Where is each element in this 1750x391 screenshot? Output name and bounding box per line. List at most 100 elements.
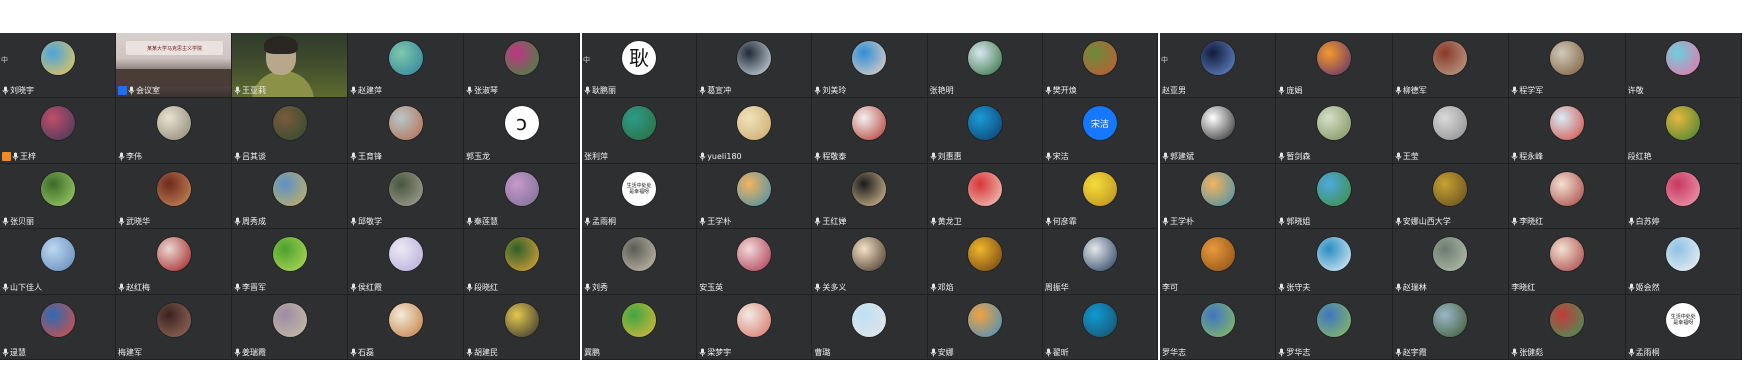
participant-tile[interactable]: 李晓红 <box>1509 229 1626 295</box>
participant-tile[interactable]: 姬会然 <box>1625 229 1742 295</box>
participant-tile[interactable]: 秦莲慧 <box>464 163 580 230</box>
participant-tile[interactable]: 赵瑞林 <box>1392 229 1510 295</box>
participant-tile[interactable]: 程敬泰 <box>812 98 928 164</box>
participant-name-label: 逯慧 <box>2 347 26 358</box>
participant-tile[interactable]: 白苏婷 <box>1625 163 1742 230</box>
participant-tile[interactable]: 王莹 <box>1392 98 1510 164</box>
participant-tile[interactable]: 黄龙卫 <box>927 163 1043 230</box>
participant-tile[interactable]: 罗华志 <box>1160 294 1277 360</box>
participant-tile[interactable]: 冀鹏 <box>582 294 698 360</box>
microphone-icon <box>584 217 591 226</box>
participant-tile[interactable]: 侯红霞 <box>348 229 464 295</box>
participant-tile[interactable]: 某某大学马克思主义学院 会议室 <box>116 33 232 99</box>
participant-tile[interactable]: 段红艳 <box>1625 98 1742 164</box>
participant-tile[interactable]: 山下佳人 <box>0 229 116 295</box>
participant-tile[interactable]: 许敬 <box>1625 33 1742 99</box>
participant-tile[interactable]: 姜瑞霞 <box>232 294 348 360</box>
avatar <box>1666 106 1701 141</box>
participant-tile[interactable]: 武晓华 <box>116 163 232 230</box>
participant-tile[interactable]: 暂剑森 <box>1276 98 1393 164</box>
microphone-icon <box>2 283 9 292</box>
participant-tile[interactable]: 关多义 <box>812 229 928 295</box>
participant-tile[interactable]: 生活中处处 是幸福呀 孟雨桐 <box>582 163 698 230</box>
participant-name: 王莹 <box>1402 151 1419 161</box>
participant-tile[interactable]: 张健彪 <box>1509 294 1626 360</box>
avatar <box>40 237 75 272</box>
participant-tile[interactable]: 赵宇霞 <box>1392 294 1510 360</box>
participant-tile[interactable]: 宋洁 宋洁 <box>1042 98 1158 164</box>
participant-tile[interactable]: 生活中处处 是幸福呀 孟雨桐 <box>1625 294 1742 360</box>
participant-tile[interactable]: 赵红梅 <box>116 229 232 295</box>
participant-tile[interactable]: 罗华志 <box>1276 294 1393 360</box>
participant-name: 山下佳人 <box>10 282 42 292</box>
participant-tile[interactable]: 刘美玲 <box>812 33 928 99</box>
participant-tile[interactable]: 庞娟 <box>1276 33 1393 99</box>
participant-tile[interactable]: 安娜 <box>927 294 1043 360</box>
participant-tile[interactable]: 王梓 <box>0 98 116 164</box>
microphone-icon <box>1045 217 1052 226</box>
participant-tile[interactable]: 刘秀 <box>582 229 698 295</box>
participant-name: 郭建斌 <box>1170 151 1194 161</box>
participant-tile[interactable]: 郭建斌 <box>1160 98 1277 164</box>
participant-tile[interactable]: 安玉英 <box>697 229 813 295</box>
participant-tile[interactable]: 翟昕 <box>1042 294 1158 360</box>
participant-tile[interactable]: 李晓红 <box>1509 163 1626 230</box>
participant-name: 梁梦宇 <box>707 348 732 357</box>
participant-name-label: 王莹 <box>1395 151 1419 162</box>
participant-tile[interactable]: 梅建军 <box>116 294 232 360</box>
participant-tile[interactable]: 刘惠惠 <box>927 98 1043 164</box>
participant-tile[interactable]: 逯慧 <box>0 294 116 360</box>
participant-name-label: 冀鹏 <box>584 347 600 358</box>
participant-tile[interactable]: ↄ 郭玉龙 <box>464 98 580 164</box>
participant-tile[interactable]: 耿耿鹏丽 <box>582 33 698 99</box>
participant-name: 王学朴 <box>707 217 732 227</box>
participant-name-label: 王学朴 <box>1162 216 1194 227</box>
participant-tile[interactable]: 曹璐 <box>812 294 928 360</box>
avatar <box>388 106 423 141</box>
participant-tile[interactable]: 张利萍 <box>582 98 698 164</box>
participant-tile[interactable]: 张守夫 <box>1276 229 1393 295</box>
participant-tile[interactable]: 李可 <box>1160 229 1277 295</box>
participant-name: 张贝丽 <box>10 217 34 227</box>
participant-tile[interactable]: 王亚莉 <box>232 33 348 99</box>
participant-tile[interactable]: 胡建民 <box>464 294 580 360</box>
avatar <box>852 41 887 75</box>
participant-tile[interactable]: 张贝丽 <box>0 163 116 230</box>
participant-tile[interactable]: 梁梦宇 <box>697 294 813 360</box>
participant-tile[interactable]: 王学朴 <box>1160 163 1277 230</box>
participant-tile[interactable]: 邓焰 <box>927 229 1043 295</box>
participant-tile[interactable]: 周秀成 <box>232 163 348 230</box>
participant-name-label: 孟雨桐 <box>584 216 616 227</box>
participant-tile[interactable]: 王红婵 <box>812 163 928 230</box>
participant-tile[interactable]: 赵建萍 <box>348 33 464 99</box>
participant-tile[interactable]: 赵亚男 <box>1160 33 1277 99</box>
avatar <box>1549 41 1584 75</box>
participant-tile[interactable]: 樊开焕 <box>1042 33 1158 99</box>
participant-tile[interactable]: 李伟 <box>116 98 232 164</box>
participant-name-label: 曹璐 <box>814 347 830 358</box>
avatar <box>1200 302 1235 337</box>
participant-name: 李晋军 <box>242 282 266 292</box>
participant-name: 会议室 <box>136 86 160 96</box>
participant-tile[interactable]: yueli180 <box>697 98 813 164</box>
participant-tile[interactable]: 吕其谈 <box>232 98 348 164</box>
participant-tile[interactable]: 李晋军 <box>232 229 348 295</box>
participant-tile[interactable]: 张艳明 <box>927 33 1043 99</box>
participant-tile[interactable]: 张淑琴 <box>464 33 580 99</box>
participant-tile[interactable]: 王学朴 <box>697 163 813 230</box>
participant-tile[interactable]: 王育锋 <box>348 98 464 164</box>
participant-tile[interactable]: 周振华 <box>1042 229 1158 295</box>
participant-tile[interactable]: 安娜山西大学 <box>1392 163 1510 230</box>
participant-tile[interactable]: 段晓红 <box>464 229 580 295</box>
participant-tile[interactable]: 石磊 <box>348 294 464 360</box>
participant-tile[interactable]: 邱敬学 <box>348 163 464 230</box>
participant-name: yueli180 <box>707 151 742 161</box>
participant-tile[interactable]: 葛宣冲 <box>697 33 813 99</box>
participant-tile[interactable]: 刘晓宇 <box>0 33 116 99</box>
participant-tile[interactable]: 程学军 <box>1509 33 1626 99</box>
participant-tile[interactable]: 何彦霏 <box>1042 163 1158 230</box>
participant-tile[interactable]: 柳德军 <box>1392 33 1510 99</box>
participant-tile[interactable]: 郭晓姐 <box>1276 163 1393 230</box>
participant-name: 秦莲慧 <box>474 217 498 227</box>
participant-tile[interactable]: 程永峰 <box>1509 98 1626 164</box>
